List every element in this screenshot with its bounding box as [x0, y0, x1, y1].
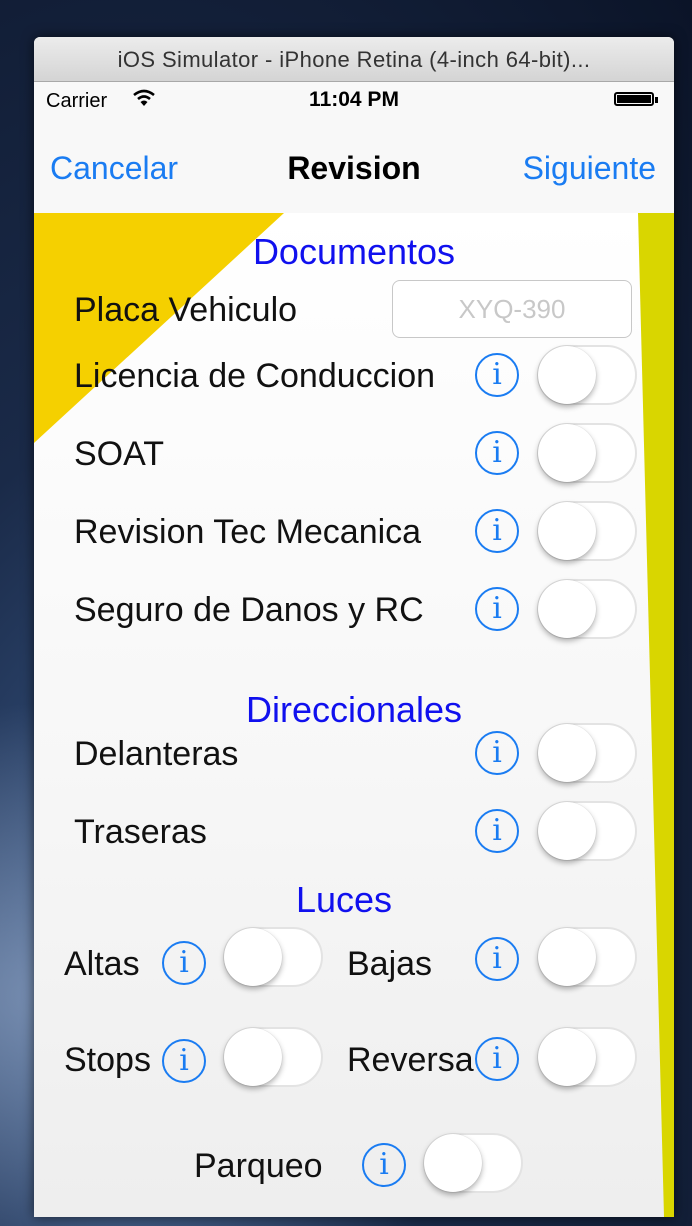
altas-label: Altas [64, 945, 140, 983]
plate-input[interactable]: XYQ-390 [392, 280, 632, 338]
simulator-window: iOS Simulator - iPhone Retina (4-inch 64… [34, 37, 674, 1217]
revision-tec-info-icon[interactable]: i [475, 509, 519, 553]
licencia-label: Licencia de Conduccion [74, 357, 436, 395]
reversa-switch[interactable] [537, 1027, 637, 1087]
parqueo-label: Parqueo [194, 1147, 323, 1185]
reversa-label: Reversa [347, 1041, 474, 1079]
parqueo-info-icon[interactable]: i [362, 1143, 406, 1187]
stops-label: Stops [64, 1041, 151, 1079]
soat-switch[interactable] [537, 423, 637, 483]
iphone-screen: Carrier 11:04 PM Cancelar Revision Sigui… [34, 82, 674, 1217]
form-content: Documentos Placa Vehiculo XYQ-390 Licenc… [34, 213, 674, 1217]
next-button[interactable]: Siguiente [523, 150, 656, 187]
delanteras-info-icon[interactable]: i [475, 731, 519, 775]
bajas-label: Bajas [347, 945, 433, 983]
stops-switch[interactable] [223, 1027, 323, 1087]
revision-tec-label: Revision Tec Mecanica [74, 513, 422, 551]
section-documentos-title: Documentos [252, 231, 456, 272]
seguro-info-icon[interactable]: i [475, 587, 519, 631]
parqueo-switch[interactable] [423, 1133, 523, 1193]
bajas-info-icon[interactable]: i [475, 937, 519, 981]
reversa-info-icon[interactable]: i [475, 1037, 519, 1081]
soat-info-icon[interactable]: i [475, 431, 519, 475]
soat-label: SOAT [74, 435, 165, 473]
battery-icon [614, 92, 658, 106]
altas-info-icon[interactable]: i [162, 941, 206, 985]
licencia-info-icon[interactable]: i [475, 353, 519, 397]
licencia-switch[interactable] [537, 345, 637, 405]
window-title: iOS Simulator - iPhone Retina (4-inch 64… [34, 37, 674, 82]
bajas-switch[interactable] [537, 927, 637, 987]
traseras-switch[interactable] [537, 801, 637, 861]
status-bar: Carrier 11:04 PM [34, 82, 674, 122]
plate-label: Placa Vehiculo [74, 291, 298, 329]
section-luces-title: Luces [295, 879, 393, 920]
seguro-label: Seguro de Danos y RC [74, 591, 424, 629]
delanteras-label: Delanteras [74, 735, 239, 773]
altas-switch[interactable] [223, 927, 323, 987]
delanteras-switch[interactable] [537, 723, 637, 783]
seguro-switch[interactable] [537, 579, 637, 639]
status-time: 11:04 PM [309, 88, 399, 111]
traseras-info-icon[interactable]: i [475, 809, 519, 853]
stops-info-icon[interactable]: i [162, 1039, 206, 1083]
revision-tec-switch[interactable] [537, 501, 637, 561]
traseras-label: Traseras [74, 813, 207, 851]
